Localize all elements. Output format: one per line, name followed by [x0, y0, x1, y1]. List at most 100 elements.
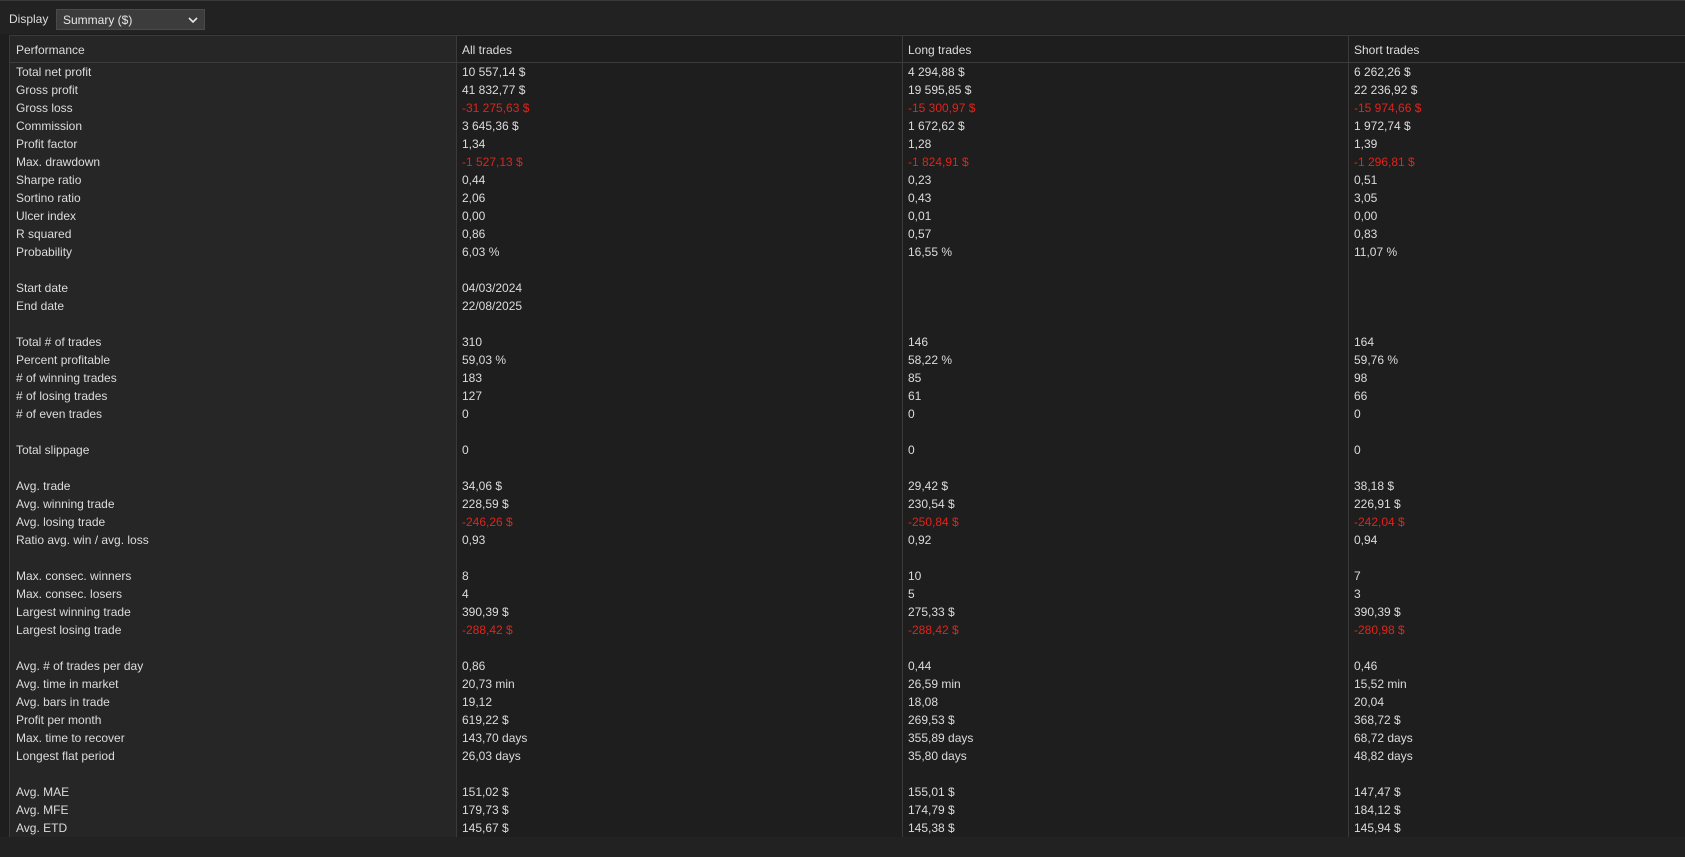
cell-long-trades: 35,80 days [908, 749, 967, 763]
cell-short-trades: 145,94 $ [1354, 821, 1401, 835]
cell-short-trades: -1 296,81 $ [1354, 155, 1415, 169]
table-row: Percent profitable 59,03 % 58,22 % 59,76 % [10, 351, 1685, 369]
cell-all-trades: 6,03 % [462, 245, 500, 259]
cell-short-trades: 22 236,92 $ [1354, 83, 1418, 97]
cell-short-trades: 59,76 % [1354, 353, 1399, 367]
cell-short-trades: 368,72 $ [1354, 713, 1401, 727]
row-label: Profit factor [16, 137, 78, 151]
cell-all-trades: 34,06 $ [462, 479, 503, 493]
display-mode-select[interactable]: Summary ($) [56, 9, 205, 30]
cell-long-trades: 1 672,62 $ [908, 119, 965, 133]
row-label: # of winning trades [16, 371, 117, 385]
cell-long-trades: 155,01 $ [908, 785, 955, 799]
cell-long-trades: -288,42 $ [908, 623, 959, 637]
row-label: Max. consec. winners [16, 569, 132, 583]
cell-short-trades: -280,98 $ [1354, 623, 1405, 637]
table-row: Sortino ratio 2,06 0,43 3,05 [10, 189, 1685, 207]
cell-all-trades: 0,44 [462, 173, 486, 187]
cell-short-trades: 184,12 $ [1354, 803, 1401, 817]
table-row: Max. time to recover 143,70 days 355,89 da… [10, 729, 1685, 747]
cell-short-trades: 1 972,74 $ [1354, 119, 1411, 133]
row-label: Ulcer index [16, 209, 77, 223]
table-row: Avg. ETD 145,67 $ 145,38 $ 145,94 $ [10, 819, 1685, 837]
cell-all-trades: 0,86 [462, 659, 486, 673]
cell-long-trades: 230,54 $ [908, 497, 955, 511]
row-label: Max. consec. losers [16, 587, 123, 601]
table-row: Avg. time in market 20,73 min 26,59 min 15,… [10, 675, 1685, 693]
cell-long-trades: 269,53 $ [908, 713, 955, 727]
cell-short-trades: 0,94 [1354, 533, 1378, 547]
table-row: Total slippage 0 0 0 [10, 441, 1685, 459]
cell-short-trades: 0,00 [1354, 209, 1378, 223]
cell-short-trades: 48,82 days [1354, 749, 1413, 763]
table-row: # of losing trades 127 61 66 [10, 387, 1685, 405]
cell-short-trades: 98 [1354, 371, 1368, 385]
table-header: Performance All trades Long trades Short… [10, 36, 1685, 63]
header-long-trades[interactable]: Long trades [908, 43, 971, 57]
cell-short-trades: 7 [1354, 569, 1361, 583]
performance-table: Performance All trades Long trades Short… [9, 35, 1685, 837]
cell-long-trades: 61 [908, 389, 922, 403]
table-row: Probability 6,03 % 16,55 % 11,07 % [10, 243, 1685, 261]
cell-all-trades: 19,12 [462, 695, 493, 709]
row-label: Avg. ETD [16, 821, 68, 835]
table-row: Ulcer index 0,00 0,01 0,00 [10, 207, 1685, 225]
table-row: Avg. losing trade -246,26 $ -250,84 $ -242,… [10, 513, 1685, 531]
cell-long-trades: 16,55 % [908, 245, 953, 259]
cell-all-trades: 2,06 [462, 191, 486, 205]
table-row [10, 639, 1685, 657]
display-toolbar: Display Summary ($) [0, 0, 1685, 34]
table-row: Largest losing trade -288,42 $ -288,42 $ -2… [10, 621, 1685, 639]
row-label: Total net profit [16, 65, 92, 79]
cell-long-trades: 0,01 [908, 209, 932, 223]
row-label: # of even trades [16, 407, 103, 421]
cell-short-trades: 20,04 [1354, 695, 1385, 709]
cell-all-trades: 228,59 $ [462, 497, 509, 511]
cell-short-trades: 226,91 $ [1354, 497, 1401, 511]
cell-all-trades: 0,00 [462, 209, 486, 223]
cell-all-trades: 4 [462, 587, 469, 601]
cell-all-trades: 10 557,14 $ [462, 65, 526, 79]
header-performance[interactable]: Performance [16, 43, 85, 57]
row-label: Max. drawdown [16, 155, 101, 169]
table-row [10, 315, 1685, 333]
row-label: Gross loss [16, 101, 73, 115]
header-all-trades[interactable]: All trades [462, 43, 512, 57]
cell-short-trades: 0,83 [1354, 227, 1378, 241]
table-row: Avg. winning trade 228,59 $ 230,54 $ 226,91… [10, 495, 1685, 513]
display-mode-value: Summary ($) [63, 13, 133, 27]
table-body: Total net profit 10 557,14 $ 4 294,88 $ 6 2… [10, 63, 1685, 837]
cell-all-trades: -246,26 $ [462, 515, 513, 529]
row-label: Avg. winning trade [16, 497, 115, 511]
cell-all-trades: 8 [462, 569, 469, 583]
cell-long-trades: 275,33 $ [908, 605, 955, 619]
cell-short-trades: -15 974,66 $ [1354, 101, 1422, 115]
cell-long-trades: 5 [908, 587, 915, 601]
row-label: Commission [16, 119, 83, 133]
cell-long-trades: 145,38 $ [908, 821, 955, 835]
cell-long-trades: 18,08 [908, 695, 939, 709]
table-row [10, 549, 1685, 567]
cell-short-trades: -242,04 $ [1354, 515, 1405, 529]
cell-all-trades: -288,42 $ [462, 623, 513, 637]
row-label: Avg. trade [16, 479, 71, 493]
cell-all-trades: 20,73 min [462, 677, 515, 691]
table-row: Ratio avg. win / avg. loss 0,93 0,92 0,94 [10, 531, 1685, 549]
cell-long-trades: 146 [908, 335, 929, 349]
cell-all-trades: 22/08/2025 [462, 299, 523, 313]
cell-long-trades: 4 294,88 $ [908, 65, 965, 79]
row-label: Sortino ratio [16, 191, 81, 205]
row-label: Probability [16, 245, 73, 259]
cell-long-trades: 0,44 [908, 659, 932, 673]
table-row: Avg. trade 34,06 $ 29,42 $ 38,18 $ [10, 477, 1685, 495]
row-label: Avg. MAE [16, 785, 70, 799]
cell-long-trades: 174,79 $ [908, 803, 955, 817]
header-short-trades[interactable]: Short trades [1354, 43, 1419, 57]
row-label: Ratio avg. win / avg. loss [16, 533, 149, 547]
table-row: Commission 3 645,36 $ 1 672,62 $ 1 972,74 $ [10, 117, 1685, 135]
table-row: Avg. MFE 179,73 $ 174,79 $ 184,12 $ [10, 801, 1685, 819]
row-label: R squared [16, 227, 72, 241]
cell-short-trades: 1,39 [1354, 137, 1378, 151]
cell-long-trades: 26,59 min [908, 677, 961, 691]
row-label: Max. time to recover [16, 731, 125, 745]
